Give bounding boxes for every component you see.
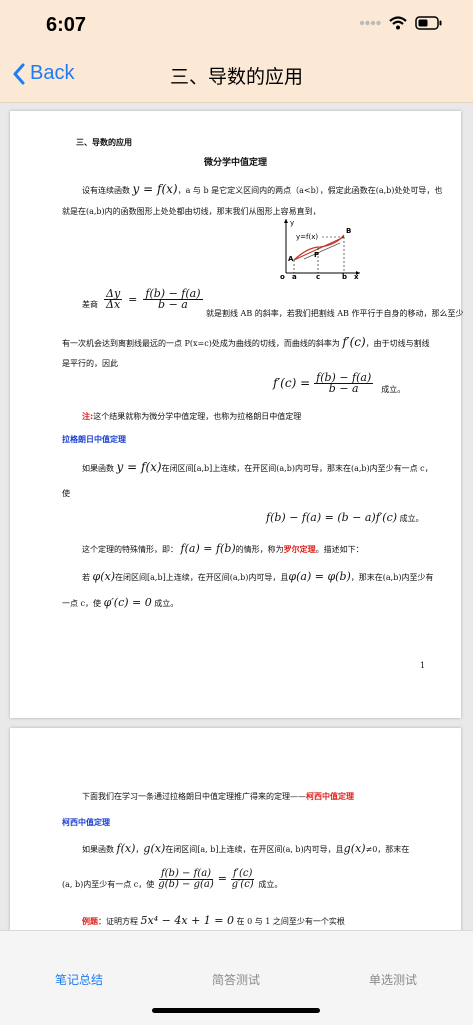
tab-notes-summary[interactable]: 笔记总结 — [55, 971, 103, 988]
paragraph-3-line-1: 如果函数 y = f(x)在闭区间[a,b]上连续，在开区间(a,b)内可导，那… — [82, 460, 433, 474]
document-page-1: 三、导数的应用 微分学中值定理 设有连续函数 y = f(x)，a 与 b 是它… — [10, 111, 464, 718]
svg-text:y=f(x): y=f(x) — [296, 233, 318, 241]
status-time: 6:07 — [46, 14, 87, 36]
paragraph-2-line-1: 就是割线 AB 的斜率，若我们把割线 AB 作平行于自身的移动，那么至少 — [206, 309, 464, 318]
svg-text:c: c — [316, 273, 320, 279]
paragraph-2-line-2: 有一次机会达到离割线最远的一点 P(x=c)处成为曲线的切线，而曲线的斜率为 f… — [62, 335, 430, 349]
paragraph-4: 这个定理的特殊情形，即： f(a) = f(b)的情形，称为罗尔定理。描述如下： — [82, 542, 364, 555]
svg-text:B: B — [346, 227, 351, 235]
cauchy-equation-line: (a, b)内至少有一点 c，使 f(b) − f(a) g(b) − g(a) … — [62, 867, 283, 890]
home-indicator — [152, 1008, 320, 1013]
lagrange-equation: f(b) − f(a) = (b − a)f′(c) 成立。 — [266, 511, 424, 524]
svg-text:a: a — [292, 273, 297, 279]
tab-short-answer-test[interactable]: 简答测试 — [212, 971, 260, 988]
mean-value-graph: y y=f(x) B A P o a c b x — [280, 219, 360, 279]
cauchy-heading: 柯西中值定理 — [62, 818, 110, 827]
paragraph-5-line-1: 若 φ(x)在闭区间[a,b]上连续，在开区间(a,b)内可导，且φ(a) = … — [82, 570, 434, 583]
tab-single-choice-test[interactable]: 单选测试 — [369, 971, 417, 988]
wifi-icon — [389, 16, 407, 30]
theorem-title: 微分学中值定理 — [203, 158, 267, 168]
status-icons — [359, 16, 443, 30]
svg-text:y: y — [290, 219, 294, 227]
paragraph-1-line-2: 就是在(a,b)内的函数图形上处处都由切线，那末我们从图形上容易直到， — [62, 207, 321, 216]
note-paragraph: 注:这个结果就称为微分学中值定理，也称为拉格朗日中值定理 — [82, 412, 302, 421]
page-number: 1 — [420, 661, 426, 670]
paragraph-3-line-2: 使 — [62, 489, 70, 498]
svg-text:x: x — [354, 273, 359, 279]
status-bar: 6:07 — [0, 0, 473, 50]
lagrange-heading: 拉格朗日中值定理 — [62, 435, 126, 444]
navigation-bar: Back 三、导数的应用 — [0, 50, 473, 103]
signal-dots-icon — [359, 20, 381, 26]
cauchy-line-1: 如果函数 f(x)，g(x)在闭区间[a, b]上连续，在开区间(a, b)内可… — [82, 842, 410, 855]
battery-icon — [415, 16, 442, 30]
page2-intro: 下面我们在学习一条通过拉格朗日中值定理推广得来的定理——柯西中值定理 — [82, 792, 354, 801]
paragraph-5-line-2: 一点 c，使 φ′(c) = 0 成立。 — [62, 596, 179, 609]
document-page-2: 下面我们在学习一条通过拉格朗日中值定理推广得来的定理——柯西中值定理 柯西中值定… — [10, 728, 461, 930]
difference-quotient: 差商 Δy Δx = f(b) − f(a) b − a — [82, 287, 203, 311]
svg-text:A: A — [288, 255, 294, 263]
document-viewer[interactable]: 三、导数的应用 微分学中值定理 设有连续函数 y = f(x)，a 与 b 是它… — [0, 103, 473, 930]
mean-value-equation: f′(c) = f(b) − f(a) b − a 成立。 — [273, 370, 406, 395]
paragraph-2-line-3: 是平行的，因此 — [62, 359, 118, 368]
svg-text:o: o — [280, 273, 285, 279]
svg-text:b: b — [342, 273, 347, 279]
paragraph-1-line-1: 设有连续函数 y = f(x)，a 与 b 是它定义区间内的两点（a<b），假定… — [82, 182, 443, 196]
svg-text:P: P — [314, 251, 319, 259]
page-title: 三、导数的应用 — [169, 66, 303, 88]
section-heading: 三、导数的应用 — [76, 138, 132, 147]
example-line: 例题：证明方程 5x⁴ − 4x + 1 = 0 在 0 与 1 之间至少有一个… — [82, 914, 345, 927]
